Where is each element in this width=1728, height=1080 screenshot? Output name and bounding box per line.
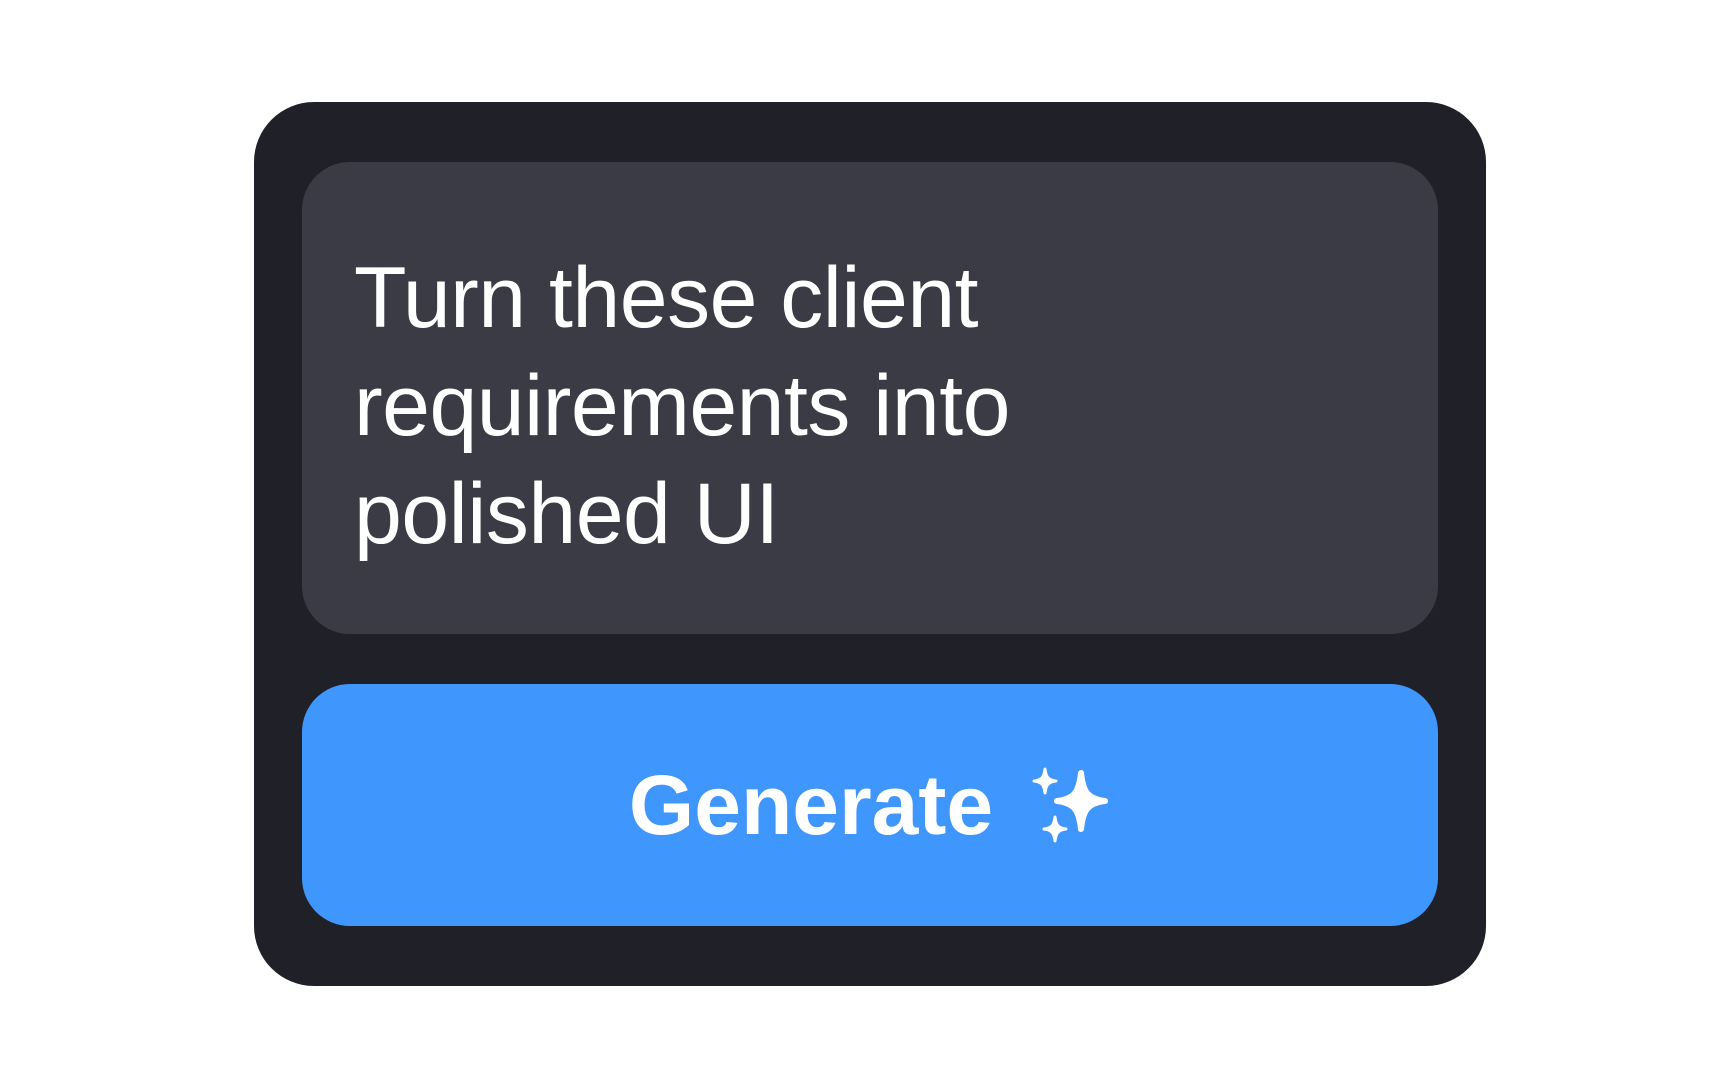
prompt-card: Turn these client requirements into poli… bbox=[254, 102, 1486, 986]
generate-button-label: Generate bbox=[628, 757, 994, 852]
generate-button[interactable]: Generate bbox=[302, 684, 1438, 926]
prompt-text: Turn these client requirements into poli… bbox=[354, 250, 1010, 562]
prompt-input[interactable]: Turn these client requirements into poli… bbox=[302, 162, 1438, 634]
sparkles-icon bbox=[1029, 767, 1111, 847]
